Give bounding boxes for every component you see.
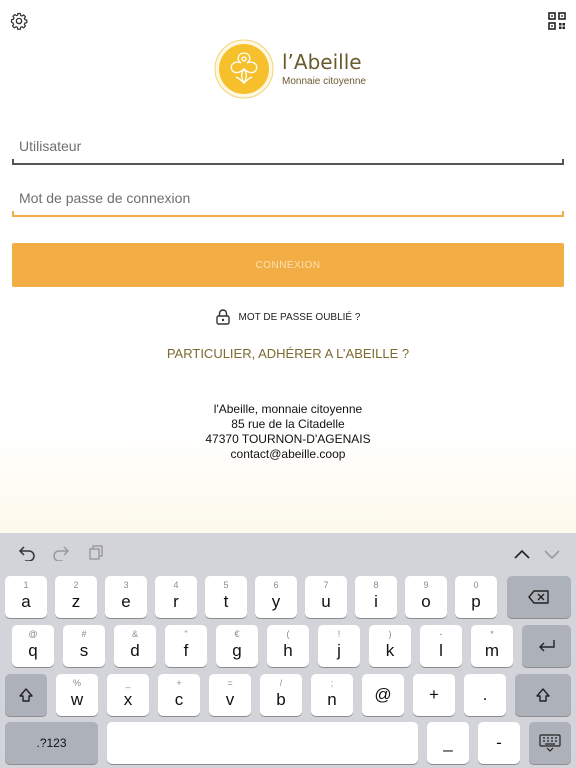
key-i[interactable]: 8i [355,576,397,618]
key-j[interactable]: ! j [318,625,360,667]
key-u[interactable]: 7u [305,576,347,618]
bee-logo-icon [214,39,274,99]
key-x[interactable]: _ x [107,674,149,716]
numbers-key-label: .?123 [36,736,67,750]
chevron-down-icon[interactable] [543,547,561,565]
numbers-key[interactable]: .?123 [5,722,98,764]
key-n[interactable]: ; n [311,674,353,716]
key-t[interactable]: 5t [205,576,247,618]
login-button[interactable]: CONNEXION [12,243,564,287]
backspace-key[interactable] [507,576,571,618]
username-input[interactable] [12,131,564,161]
address-line-3: 47370 TOURNON-D'AGENAIS [205,432,371,446]
key-s[interactable]: # s [63,625,105,667]
key-at[interactable]: @ [362,674,404,716]
logo-subtitle: Monnaie citoyenne [282,76,366,87]
key-w[interactable]: % w [56,674,98,716]
key-a[interactable]: 1a [5,576,47,618]
key-c[interactable]: + c [158,674,200,716]
qr-code-icon[interactable] [546,10,568,32]
key-y[interactable]: 6y [255,576,297,618]
paste-icon[interactable] [88,545,104,566]
backspace-icon [528,590,549,604]
on-screen-keyboard: 1a 2z 3e 4r 5t 6y 7u 8i 9o 0p @ q # s & d "… [0,533,576,768]
undo-icon[interactable] [18,545,36,566]
key-e[interactable]: 3e [105,576,147,618]
key-g[interactable]: € g [216,625,258,667]
forgot-password-link[interactable]: MOT DE PASSE OUBLIÉ ? [0,307,576,327]
hide-keyboard-key[interactable] [529,722,571,764]
key-f[interactable]: " f [165,625,207,667]
join-link[interactable]: PARTICULIER, ADHÉRER A L’ABEILLE ? [0,346,576,361]
shift-key-right[interactable] [515,674,571,716]
redo-icon[interactable] [52,545,70,566]
shift-icon [536,688,550,702]
address-line-2: 85 rue de la Citadelle [231,417,345,431]
key-v[interactable]: = v [209,674,251,716]
key-k[interactable]: ) k [369,625,411,667]
forgot-password-label: MOT DE PASSE OUBLIÉ ? [238,311,361,323]
password-field[interactable] [12,183,564,217]
logo-title: l’Abeille [282,50,362,74]
key-period[interactable]: . [464,674,506,716]
return-icon [538,640,555,652]
key-dash[interactable]: - [478,722,520,764]
return-key[interactable] [522,625,571,667]
login-screen: l’Abeille Monnaie citoyenne CONNEXION MO… [0,0,576,533]
chevron-up-icon[interactable] [513,547,531,565]
key-o[interactable]: 9o [405,576,447,618]
username-field[interactable] [12,131,564,165]
address-line-1: l'Abeille, monnaie citoyenne [213,402,363,416]
key-m[interactable]: * m [471,625,513,667]
password-input[interactable] [12,183,564,213]
lock-icon [215,309,230,325]
shift-key-left[interactable] [5,674,47,716]
key-z[interactable]: 2z [55,576,97,618]
contact-address: l'Abeille, monnaie citoyenne 85 rue de l… [0,402,576,462]
key-b[interactable]: / b [260,674,302,716]
key-plus[interactable]: + [413,674,455,716]
key-l[interactable]: -l [420,625,462,667]
key-q[interactable]: @ q [12,625,54,667]
shift-icon [19,688,33,702]
key-r[interactable]: 4r [155,576,197,618]
space-bar[interactable] [107,722,418,764]
key-underscore[interactable]: _ [427,722,469,764]
key-d[interactable]: & d [114,625,156,667]
key-p[interactable]: 0p [455,576,497,618]
keyboard-hide-icon [539,734,561,752]
key-h[interactable]: (h [267,625,309,667]
gear-icon[interactable] [8,10,30,32]
contact-email-link[interactable]: contact@abeille.coop [231,447,346,461]
app-logo: l’Abeille Monnaie citoyenne [214,38,366,100]
